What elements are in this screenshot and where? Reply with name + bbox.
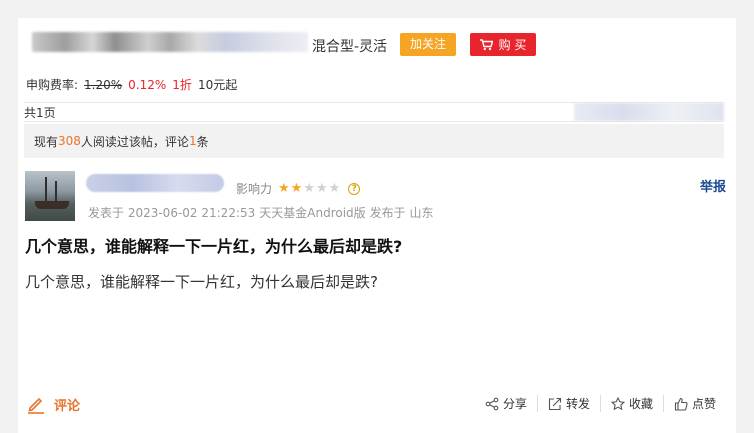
pencil-icon <box>28 397 44 414</box>
star-empty-icon: ★ <box>315 181 328 196</box>
comment-button[interactable]: 评论 <box>26 394 80 414</box>
page-count: 共1页 <box>24 105 56 120</box>
favorite-label: 收藏 <box>628 397 653 411</box>
avatar[interactable] <box>25 171 75 221</box>
thumbs-up-icon <box>674 397 688 411</box>
fee-row: 申购费率: 1.20% 0.12% 1折 10元起 <box>26 76 237 93</box>
pagination-bar: 共1页 <box>24 102 724 122</box>
share-label: 分享 <box>502 397 527 411</box>
star-empty-icon: ★ <box>328 181 341 196</box>
favorite-button[interactable]: 收藏 <box>599 395 663 412</box>
post-actions: 分享 转发 收藏 点赞 <box>475 395 726 412</box>
fund-type-label: 混合型-灵活 <box>312 39 388 55</box>
fee-label: 申购费率: <box>26 78 79 92</box>
influence-rating: 影响力 ★ ★ ★ ★ ★ ? <box>236 180 361 197</box>
buy-button[interactable]: 购 买 <box>470 33 536 56</box>
influence-label: 影响力 <box>236 182 273 196</box>
username-blurred[interactable] <box>86 174 224 192</box>
post-title: 几个意思，谁能解释一下一片红，为什么最后却是跌? <box>25 237 403 256</box>
report-link[interactable]: 举报 <box>700 176 726 195</box>
post-meta: 发表于 2023-06-02 21:22:53 天天基金Android版 发布于… <box>88 204 434 221</box>
read-prefix: 现有 <box>34 134 59 149</box>
post-source: 天天基金Android版 <box>259 206 366 220</box>
share-icon <box>485 397 499 410</box>
fee-discount: 1折 <box>172 78 192 92</box>
read-count: 308 <box>58 134 81 148</box>
forward-icon <box>548 397 562 410</box>
fee-old-rate: 1.20% <box>84 77 123 92</box>
fund-name-blurred[interactable] <box>32 32 308 52</box>
post-time: 发表于 2023-06-02 21:22:53 <box>88 206 256 220</box>
influence-stars: ★ ★ ★ ★ ★ <box>278 181 340 196</box>
cart-icon <box>479 38 493 50</box>
post-location: 发布于 山东 <box>369 206 434 220</box>
read-mid: 人阅读过该帖，评论 <box>80 134 189 149</box>
star-empty-icon: ★ <box>303 181 315 196</box>
like-button[interactable]: 点赞 <box>662 395 726 412</box>
share-button[interactable]: 分享 <box>475 395 537 412</box>
pagination-blurred[interactable] <box>574 103 724 121</box>
fee-new-rate: 0.12% <box>128 77 167 92</box>
comment-count: 1 <box>188 134 197 148</box>
fee-min-amount: 10元起 <box>197 78 238 92</box>
post-card: 混合型-灵活 加关注 购 买 申购费率: 1.20% 0.12% 1折 10元起… <box>18 18 736 433</box>
comment-label: 评论 <box>54 398 81 414</box>
buy-button-label: 购 买 <box>498 38 527 52</box>
read-info-bar: 现有 308 人阅读过该帖，评论 1 条 <box>24 124 724 158</box>
star-outline-icon <box>610 396 625 410</box>
forward-button[interactable]: 转发 <box>536 395 600 412</box>
help-icon[interactable]: ? <box>348 182 361 195</box>
star-filled-icon: ★ <box>278 181 290 196</box>
star-filled-icon: ★ <box>290 181 303 196</box>
follow-button[interactable]: 加关注 <box>400 33 456 56</box>
forward-label: 转发 <box>565 397 590 411</box>
like-label: 点赞 <box>691 397 716 411</box>
post-body: 几个意思，谁能解释一下一片红，为什么最后却是跌? <box>25 273 378 291</box>
read-suffix: 条 <box>196 134 209 149</box>
